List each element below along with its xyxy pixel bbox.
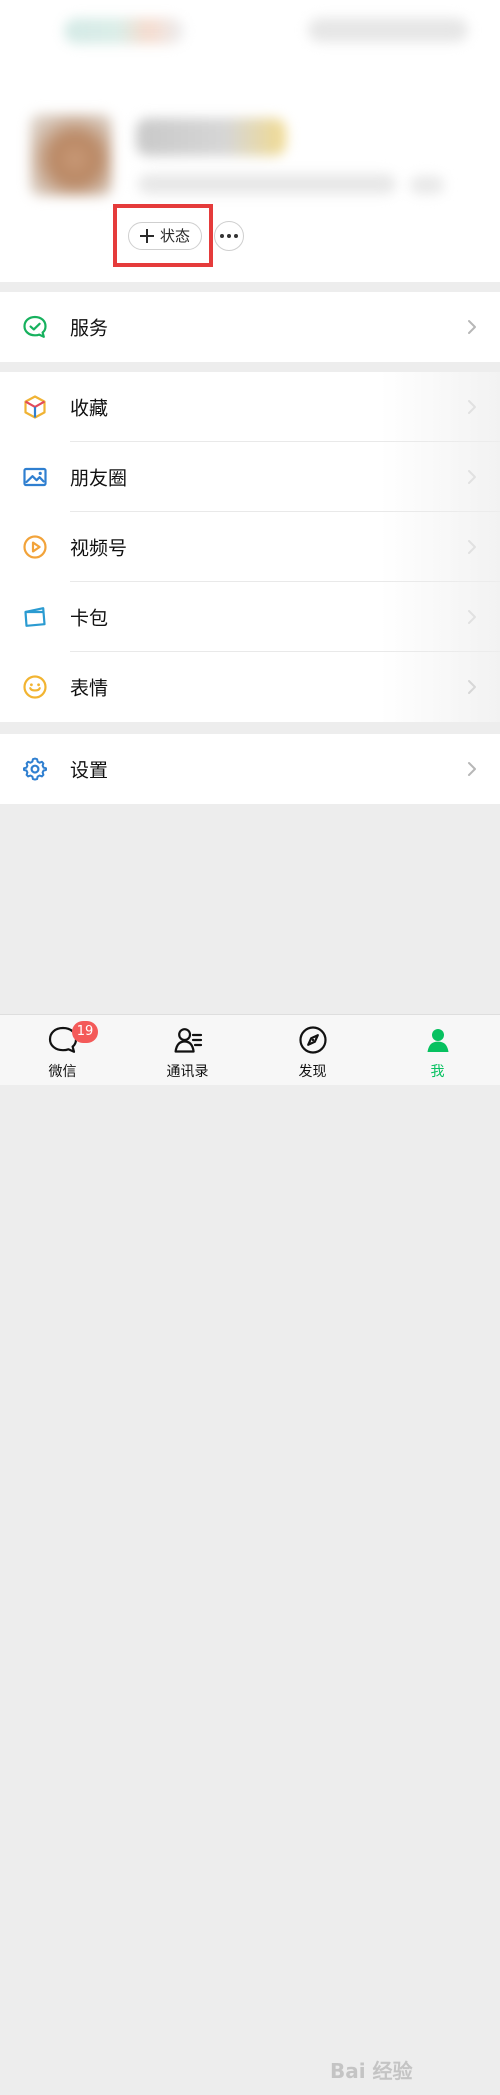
settings-card: 设置 <box>0 734 500 804</box>
card-wallet-icon <box>22 604 48 630</box>
services-card: 服务 <box>0 292 500 362</box>
me-icon <box>421 1023 455 1057</box>
bottom-tab-bar: 19 微信 通讯录 发现 我 Bai 经验 <box>0 1014 500 2083</box>
menu-label-moments: 朋友圈 <box>70 467 128 490</box>
menu-label-settings: 设置 <box>70 759 109 782</box>
menu-item-channels[interactable]: 视频号 <box>0 512 500 582</box>
watermark-logo: Bai 经验 <box>330 2059 413 2083</box>
menu-item-services[interactable]: 服务 <box>0 292 500 362</box>
chevron-right-icon <box>464 761 480 777</box>
sticker-face-icon <box>22 674 48 700</box>
tab-me[interactable]: 我 <box>375 1015 500 1085</box>
tab-label: 微信 <box>48 1064 77 1080</box>
wechat-id-blurred[interactable] <box>138 174 396 194</box>
menu-item-card-wallet[interactable]: 卡包 <box>0 582 500 652</box>
avatar[interactable] <box>30 114 112 196</box>
menu-item-moments[interactable]: 朋友圈 <box>0 442 500 512</box>
menu-label-card-wallet: 卡包 <box>70 607 109 630</box>
chevron-right-icon <box>464 319 480 335</box>
menu-label-channels: 视频号 <box>70 537 128 560</box>
more-dots-icon <box>220 234 224 238</box>
profile-name-blurred[interactable] <box>136 118 286 156</box>
top-bar-blurred-right <box>308 18 468 42</box>
tab-label: 我 <box>430 1064 445 1080</box>
main-menu-card: 收藏 朋友圈 视频号 卡包 表情 <box>0 372 500 722</box>
tab-label: 通讯录 <box>166 1064 209 1080</box>
menu-item-stickers[interactable]: 表情 <box>0 652 500 722</box>
tab-discover[interactable]: 发现 <box>250 1015 375 1085</box>
discover-compass-icon <box>296 1023 330 1057</box>
contacts-icon <box>171 1023 205 1057</box>
chevron-right-icon <box>464 609 480 625</box>
menu-item-settings[interactable]: 设置 <box>0 734 500 804</box>
unread-badge: 19 <box>72 1021 98 1043</box>
services-icon <box>22 314 48 340</box>
tab-label: 发现 <box>298 1064 327 1080</box>
menu-label-favorites: 收藏 <box>70 397 109 420</box>
chevron-right-icon <box>464 399 480 415</box>
chevron-right-icon <box>464 469 480 485</box>
menu-label-stickers: 表情 <box>70 677 109 700</box>
settings-gear-icon <box>22 756 48 782</box>
top-bar-blurred-left <box>64 18 184 44</box>
menu-item-favorites[interactable]: 收藏 <box>0 372 500 442</box>
menu-label-services: 服务 <box>70 317 109 340</box>
qr-code-blurred[interactable] <box>410 176 444 194</box>
moments-image-icon <box>22 464 48 490</box>
tab-contacts[interactable]: 通讯录 <box>125 1015 250 1085</box>
tab-wechat[interactable]: 19 微信 <box>0 1015 125 1085</box>
profile-header: 状态 <box>0 0 500 282</box>
more-button[interactable] <box>214 221 244 251</box>
favorites-cube-icon <box>22 394 48 420</box>
chevron-right-icon <box>464 679 480 695</box>
annotation-highlight-box <box>113 204 213 267</box>
chevron-right-icon <box>464 539 480 555</box>
channels-play-icon <box>22 534 48 560</box>
